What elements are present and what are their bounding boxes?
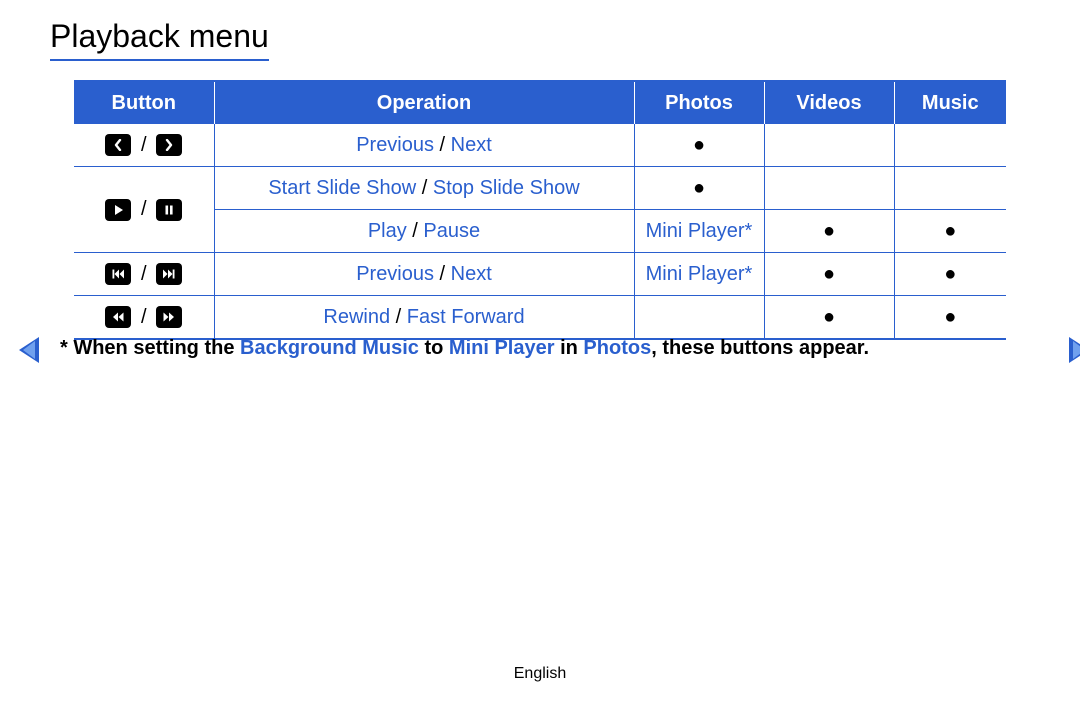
footnote-mid2: in — [555, 337, 584, 359]
col-photos: Photos — [634, 81, 764, 124]
fast-forward-icon — [156, 306, 182, 328]
operation-cell: Play / Pause — [214, 210, 634, 253]
operation-sep: / — [390, 306, 407, 328]
operation-a: Rewind — [323, 306, 390, 328]
music-cell: ● — [894, 296, 1006, 340]
button-cell: / — [74, 167, 214, 253]
col-videos: Videos — [764, 81, 894, 124]
footer-language: English — [0, 665, 1080, 683]
footnote-lead: * When setting the — [60, 337, 240, 359]
table-header-row: Button Operation Photos Videos Music — [74, 81, 1006, 124]
operation-a: Previous — [356, 263, 434, 285]
playback-table: Button Operation Photos Videos Music / — [74, 80, 1006, 340]
separator: / — [137, 134, 151, 157]
operation-cell: Previous / Next — [214, 124, 634, 167]
chevron-left-icon — [105, 134, 131, 156]
operation-b: Stop Slide Show — [433, 177, 580, 199]
table-row: / Previous / Next ● — [74, 124, 1006, 167]
footnote-b: Mini Player — [449, 337, 555, 359]
operation-cell: Rewind / Fast Forward — [214, 296, 634, 340]
operation-cell: Previous / Next — [214, 253, 634, 296]
separator: / — [137, 263, 151, 286]
table-row: / Rewind / Fast Forward ● ● — [74, 296, 1006, 340]
play-icon — [105, 199, 131, 221]
operation-b: Fast Forward — [407, 306, 525, 328]
table-row: / Start Slide Show / Stop Slide Show ● — [74, 167, 1006, 210]
photos-cell: ● — [634, 167, 764, 210]
chevron-right-icon — [156, 134, 182, 156]
footnote-end: , these buttons appear. — [651, 337, 869, 359]
separator: / — [137, 198, 151, 221]
table-row: / Previous / Next Mini Player* ● ● — [74, 253, 1006, 296]
table-row: Play / Pause Mini Player* ● ● — [74, 210, 1006, 253]
videos-cell — [764, 124, 894, 167]
photos-cell: Mini Player* — [634, 210, 764, 253]
operation-sep: / — [407, 220, 424, 242]
page-title: Playback menu — [50, 18, 269, 61]
music-cell — [894, 124, 1006, 167]
videos-cell: ● — [764, 253, 894, 296]
operation-sep: / — [416, 177, 433, 199]
pause-icon — [156, 199, 182, 221]
footnote: * When setting the Background Music to M… — [60, 337, 869, 360]
operation-sep: / — [434, 263, 451, 285]
operation-sep: / — [434, 134, 451, 156]
col-operation: Operation — [214, 81, 634, 124]
photos-cell: Mini Player* — [634, 253, 764, 296]
col-button: Button — [74, 81, 214, 124]
operation-a: Previous — [356, 134, 434, 156]
rewind-icon — [105, 306, 131, 328]
music-cell: ● — [894, 210, 1006, 253]
footnote-a: Background Music — [240, 337, 419, 359]
skip-previous-icon — [105, 263, 131, 285]
col-music: Music — [894, 81, 1006, 124]
skip-next-icon — [156, 263, 182, 285]
operation-a: Play — [368, 220, 407, 242]
photos-cell: ● — [634, 124, 764, 167]
operation-cell: Start Slide Show / Stop Slide Show — [214, 167, 634, 210]
videos-cell — [764, 167, 894, 210]
button-cell: / — [74, 296, 214, 340]
operation-b: Next — [451, 134, 492, 156]
button-cell: / — [74, 253, 214, 296]
button-cell: / — [74, 124, 214, 167]
separator: / — [137, 306, 151, 329]
footnote-mid1: to — [419, 337, 449, 359]
videos-cell: ● — [764, 296, 894, 340]
music-cell — [894, 167, 1006, 210]
operation-b: Pause — [423, 220, 480, 242]
operation-b: Next — [451, 263, 492, 285]
footnote-c: Photos — [583, 337, 651, 359]
music-cell: ● — [894, 253, 1006, 296]
operation-a: Start Slide Show — [268, 177, 416, 199]
videos-cell: ● — [764, 210, 894, 253]
photos-cell — [634, 296, 764, 340]
